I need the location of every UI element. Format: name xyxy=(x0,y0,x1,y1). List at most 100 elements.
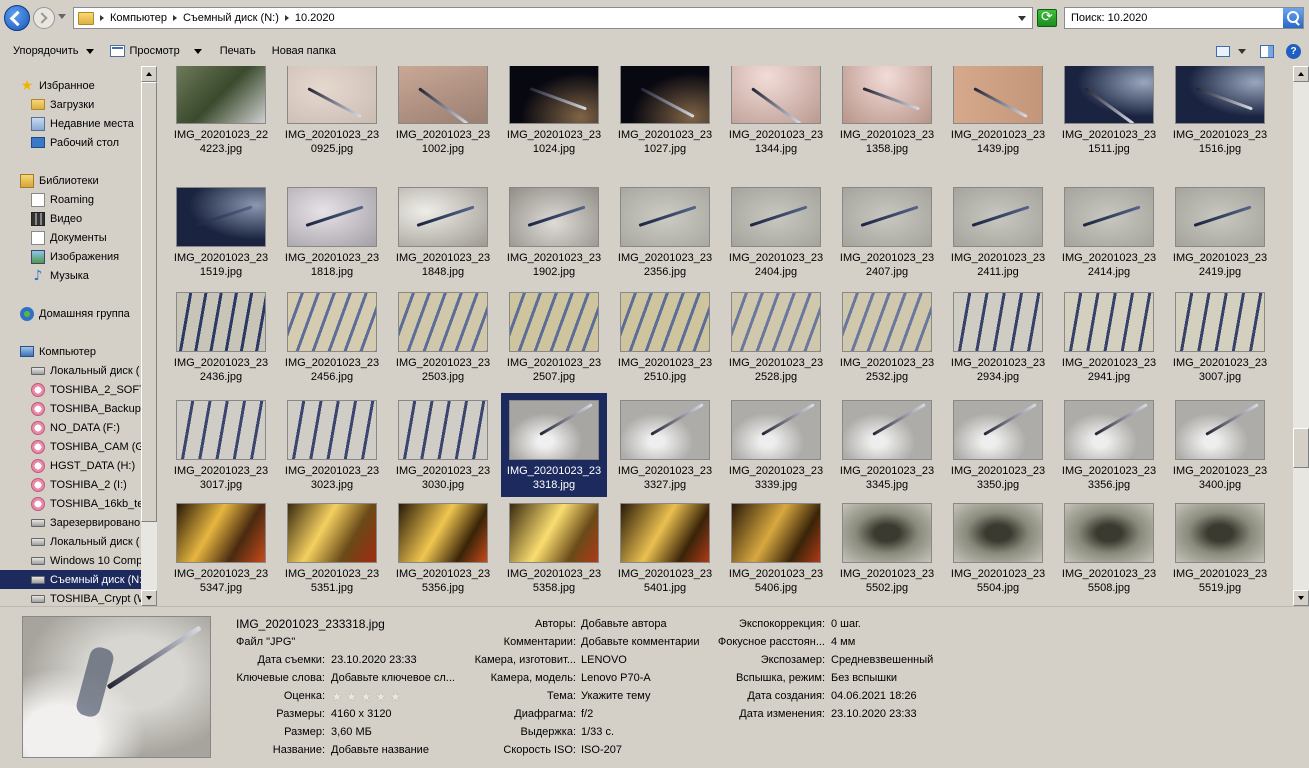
nav-computer[interactable]: Компьютер xyxy=(20,342,96,361)
file-thumbnail-item[interactable]: IMG_20201023_23 1848.jpg xyxy=(390,183,496,287)
nav-drive[interactable]: TOSHIBA_Backups_ xyxy=(31,399,153,418)
file-thumbnail-item[interactable]: IMG_20201023_23 2503.jpg xyxy=(390,292,496,396)
file-thumbnail-item[interactable]: IMG_20201023_23 3356.jpg xyxy=(1056,393,1162,497)
file-thumbnail-item[interactable]: IMG_20201023_22 4223.jpg xyxy=(168,66,274,168)
detail-value[interactable]: ISO-207 xyxy=(581,744,622,756)
nav-drive[interactable]: Локальный диск ( xyxy=(31,361,139,380)
scroll-thumb[interactable] xyxy=(141,82,157,522)
file-thumbnail-item[interactable]: IMG_20201023_23 2411.jpg xyxy=(945,183,1051,287)
file-thumbnail-item[interactable]: IMG_20201023_23 3345.jpg xyxy=(834,393,940,497)
file-thumbnail-item[interactable]: IMG_20201023_23 2532.jpg xyxy=(834,292,940,396)
file-thumbnail-item[interactable]: IMG_20201023_23 1027.jpg xyxy=(612,66,718,168)
file-thumbnail-item[interactable]: IMG_20201023_23 3007.jpg xyxy=(1167,292,1273,396)
file-thumbnail-item[interactable]: IMG_20201023_23 5358.jpg xyxy=(501,503,607,606)
file-thumbnail-item[interactable]: IMG_20201023_23 2404.jpg xyxy=(723,183,829,287)
nav-documents[interactable]: Документы xyxy=(31,228,107,247)
sidebar-scrollbar[interactable] xyxy=(141,66,157,606)
file-thumbnail-item[interactable]: IMG_20201023_23 0925.jpg xyxy=(279,66,385,168)
file-thumbnail-item[interactable]: IMG_20201023_23 1344.jpg xyxy=(723,66,829,168)
nav-drive[interactable]: TOSHIBA_CAM (G: xyxy=(31,437,147,456)
file-thumbnail-item[interactable]: IMG_20201023_23 3023.jpg xyxy=(279,393,385,497)
file-thumbnail-item[interactable]: IMG_20201023_23 5519.jpg xyxy=(1167,503,1273,606)
file-thumbnail-item[interactable]: IMG_20201023_23 2407.jpg xyxy=(834,183,940,287)
file-thumbnail-item[interactable]: IMG_20201023_23 5356.jpg xyxy=(390,503,496,606)
nav-drive[interactable]: NO_DATA (F:) xyxy=(31,418,120,437)
view-options-dropdown[interactable] xyxy=(1238,48,1246,54)
nav-drive[interactable]: HGST_DATA (H:) xyxy=(31,456,135,475)
nav-drive-selected[interactable]: Съемный диск (N: xyxy=(0,570,142,589)
file-thumbnail-item[interactable]: IMG_20201023_23 2507.jpg xyxy=(501,292,607,396)
address-bar[interactable]: Компьютер Съемный диск (N:) 10.2020 xyxy=(73,7,1033,29)
help-icon[interactable]: ? xyxy=(1286,43,1301,59)
scroll-down-icon[interactable] xyxy=(141,590,157,606)
file-thumbnail-item[interactable]: IMG_20201023_23 1439.jpg xyxy=(945,66,1051,168)
breadcrumb-folder[interactable]: 10.2020 xyxy=(295,12,335,24)
breadcrumb-separator-icon[interactable] xyxy=(172,15,177,21)
file-thumbnail-item[interactable]: IMG_20201023_23 1519.jpg xyxy=(168,183,274,287)
file-thumbnail-item[interactable]: IMG_20201023_23 3339.jpg xyxy=(723,393,829,497)
file-thumbnail-item[interactable]: IMG_20201023_23 1002.jpg xyxy=(390,66,496,168)
file-thumbnail-item[interactable]: IMG_20201023_23 1902.jpg xyxy=(501,183,607,287)
breadcrumb-separator-icon[interactable] xyxy=(100,15,104,21)
nav-downloads[interactable]: Загрузки xyxy=(31,95,94,114)
file-thumbnail-item[interactable]: IMG_20201023_23 1511.jpg xyxy=(1056,66,1162,168)
nav-video[interactable]: Видео xyxy=(31,209,82,228)
file-thumbnail-item[interactable]: IMG_20201023_23 3017.jpg xyxy=(168,393,274,497)
file-thumbnail-item[interactable]: IMG_20201023_23 2414.jpg xyxy=(1056,183,1162,287)
nav-drive[interactable]: Зарезервировано xyxy=(31,513,140,532)
file-thumbnail-item[interactable]: IMG_20201023_23 5401.jpg xyxy=(612,503,718,606)
file-thumbnail-item[interactable]: IMG_20201023_23 3327.jpg xyxy=(612,393,718,497)
file-thumbnail-item[interactable]: IMG_20201023_23 3350.jpg xyxy=(945,393,1051,497)
file-thumbnail-item[interactable]: IMG_20201023_23 2941.jpg xyxy=(1056,292,1162,396)
scroll-up-icon[interactable] xyxy=(141,66,157,82)
nav-roaming[interactable]: Roaming xyxy=(31,190,94,209)
detail-value[interactable]: Без вспышки xyxy=(831,672,897,684)
view-menu[interactable]: Просмотр xyxy=(110,45,202,57)
detail-value[interactable]: 4 мм xyxy=(831,636,855,648)
file-thumbnail-item[interactable]: IMG_20201023_23 1024.jpg xyxy=(501,66,607,168)
new-folder-button[interactable]: Новая папка xyxy=(272,45,336,57)
nav-desktop[interactable]: Рабочий стол xyxy=(31,133,119,152)
file-thumbnail-item[interactable]: IMG_20201023_23 5508.jpg xyxy=(1056,503,1162,606)
file-thumbnail-item[interactable]: IMG_20201023_23 2419.jpg xyxy=(1167,183,1273,287)
file-thumbnail-item[interactable]: IMG_20201023_23 2356.jpg xyxy=(612,183,718,287)
nav-libraries[interactable]: Библиотеки xyxy=(20,171,99,190)
detail-value[interactable]: 0 шаг. xyxy=(831,618,861,630)
nav-images[interactable]: Изображения xyxy=(31,247,119,266)
file-thumbnail-item[interactable]: IMG_20201023_23 3400.jpg xyxy=(1167,393,1273,497)
file-thumbnail-item[interactable]: IMG_20201023_23 5351.jpg xyxy=(279,503,385,606)
file-thumbnail-item[interactable]: IMG_20201023_23 2528.jpg xyxy=(723,292,829,396)
file-thumbnail-item[interactable]: IMG_20201023_23 2934.jpg xyxy=(945,292,1051,396)
nav-drive[interactable]: TOSHIBA_2_SOFT xyxy=(31,380,146,399)
scroll-thumb[interactable] xyxy=(1293,428,1309,468)
file-thumbnail-item[interactable]: IMG_20201023_23 5406.jpg xyxy=(723,503,829,606)
nav-homegroup[interactable]: Домашняя группа xyxy=(20,304,130,323)
change-view-icon[interactable] xyxy=(1216,45,1230,57)
breadcrumb-separator-icon[interactable] xyxy=(284,15,289,21)
file-thumbnail-item[interactable]: IMG_20201023_23 5504.jpg xyxy=(945,503,1051,606)
search-icon[interactable] xyxy=(1283,8,1303,28)
detail-value[interactable]: Средневзвешенный xyxy=(831,654,933,666)
address-history-dropdown[interactable] xyxy=(1018,16,1026,21)
detail-value[interactable]: 04.06.2021 18:26 xyxy=(831,690,917,702)
nav-drive[interactable]: TOSHIBA_2 (I:) xyxy=(31,475,127,494)
nav-drive[interactable]: TOSHIBA_16kb_ter xyxy=(31,494,147,513)
file-thumbnail-item[interactable]: IMG_20201023_23 5502.jpg xyxy=(834,503,940,606)
file-thumbnail-item[interactable]: IMG_20201023_23 2456.jpg xyxy=(279,292,385,396)
forward-button[interactable] xyxy=(33,7,55,29)
nav-drive[interactable]: Windows 10 Compa xyxy=(31,551,148,570)
nav-favorites[interactable]: ★ Избранное xyxy=(20,76,95,95)
file-thumbnail-item[interactable]: IMG_20201023_23 3030.jpg xyxy=(390,393,496,497)
file-thumbnail-item[interactable]: IMG_20201023_23 1516.jpg xyxy=(1167,66,1273,168)
organize-menu[interactable]: Упорядочить xyxy=(13,45,95,57)
print-button[interactable]: Печать xyxy=(220,45,256,57)
scroll-up-icon[interactable] xyxy=(1293,66,1309,82)
nav-recent-places[interactable]: Недавние места xyxy=(31,114,134,133)
breadcrumb-drive[interactable]: Съемный диск (N:) xyxy=(183,12,279,24)
scroll-down-icon[interactable] xyxy=(1293,590,1309,606)
file-thumbnail-item[interactable]: IMG_20201023_23 3318.jpg xyxy=(501,393,607,497)
preview-pane-icon[interactable] xyxy=(1260,44,1274,58)
back-button[interactable] xyxy=(4,5,30,31)
search-input[interactable]: Поиск: 10.2020 xyxy=(1064,7,1304,29)
refresh-button[interactable] xyxy=(1037,9,1057,27)
